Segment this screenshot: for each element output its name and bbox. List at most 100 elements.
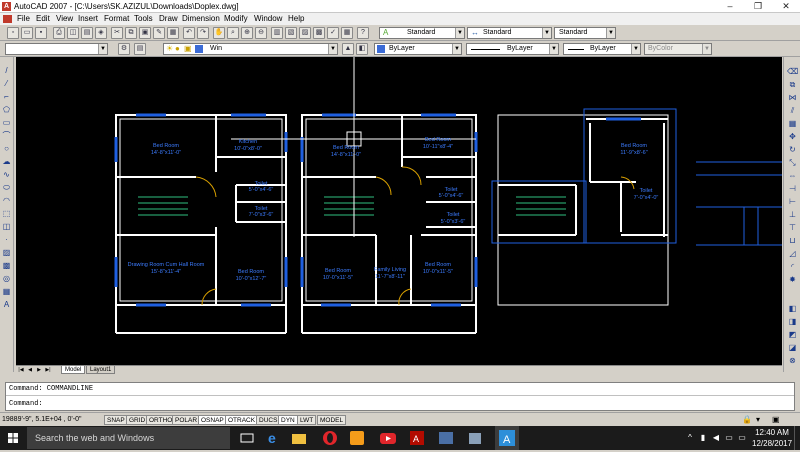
dim-style-select[interactable]: ↔ Standard ▼ — [467, 27, 552, 39]
design-center-icon[interactable]: ▧ — [285, 27, 297, 39]
menu-dimension[interactable]: Dimension — [179, 13, 223, 25]
paste-icon[interactable]: ▣ — [139, 27, 151, 39]
file-explorer-icon[interactable] — [290, 429, 308, 447]
ellipse-arc-icon[interactable]: ◠ — [1, 195, 12, 206]
table-style-select[interactable]: Standard ▼ — [554, 27, 616, 39]
taskbar-search-box[interactable]: Search the web and Windows — [27, 427, 230, 449]
mirror-icon[interactable]: ⋈ — [787, 92, 798, 103]
osnap-toggle[interactable]: OSNAP — [198, 415, 227, 425]
grid-toggle[interactable]: GRID — [126, 415, 149, 425]
hatch-icon[interactable]: ▨ — [1, 247, 12, 258]
store-icon[interactable] — [466, 429, 484, 447]
show-desktop-button[interactable] — [794, 426, 800, 450]
language-icon[interactable]: ▭ — [724, 432, 734, 443]
status-tray-icon[interactable]: ▾ — [756, 415, 766, 425]
command-prompt-input[interactable]: Command: — [9, 399, 43, 409]
next-tab-icon[interactable]: ▶ — [35, 366, 43, 374]
make-block-icon[interactable]: ◫ — [1, 221, 12, 232]
coordinate-readout[interactable]: 19889'-9", 5.1E+04 , 0'-0" — [2, 415, 81, 425]
first-tab-icon[interactable]: |◀ — [17, 366, 25, 374]
communication-center-icon[interactable]: 🔒 — [742, 415, 752, 425]
menu-insert[interactable]: Insert — [75, 13, 101, 25]
model-space-canvas[interactable]: Bed Room 14'-8"x11'-0" Kitchen 10'-0"x8'… — [16, 57, 782, 365]
network-icon[interactable]: ▮ — [698, 432, 708, 443]
maximize-button[interactable]: ❐ — [744, 0, 772, 13]
erase-icon[interactable]: ⌫ — [787, 66, 798, 77]
3d-dwf-icon[interactable]: ◈ — [95, 27, 107, 39]
revision-cloud-icon[interactable]: ☁ — [1, 156, 12, 167]
plot-icon[interactable]: ⎙ — [53, 27, 65, 39]
snap-toolbar-icon-3[interactable]: ◩ — [787, 329, 798, 340]
publish-icon[interactable]: ▤ — [81, 27, 93, 39]
polar-toggle[interactable]: POLAR — [172, 415, 201, 425]
autocad-app-icon[interactable]: A — [2, 2, 11, 11]
new-icon[interactable]: ▫ — [7, 27, 19, 39]
construction-line-icon[interactable]: ⁄ — [1, 78, 12, 89]
close-button[interactable]: ✕ — [772, 0, 800, 13]
plot-preview-icon[interactable]: ◫ — [67, 27, 79, 39]
point-icon[interactable]: · — [1, 234, 12, 245]
rotate-icon[interactable]: ↻ — [787, 144, 798, 155]
tray-chevron-icon[interactable]: ^ — [685, 432, 695, 443]
clock-time[interactable]: 12:40 AM — [752, 427, 792, 438]
markup-icon[interactable]: ✓ — [327, 27, 339, 39]
menu-tools[interactable]: Tools — [131, 13, 156, 25]
text-style-select[interactable]: A Standard ▼ — [379, 27, 465, 39]
last-tab-icon[interactable]: ▶| — [44, 366, 52, 374]
snap-toolbar-icon-5[interactable]: ⊗ — [787, 355, 798, 366]
lineweight-select[interactable]: ByLayer ▼ — [563, 43, 641, 55]
model-toggle[interactable]: MODEL — [317, 415, 347, 425]
workspace-icon[interactable]: ⚙ — [118, 43, 130, 55]
insert-block-icon[interactable]: ⬚ — [1, 208, 12, 219]
arc-icon[interactable]: ⌒ — [1, 130, 12, 141]
photos-icon[interactable] — [437, 429, 455, 447]
polyline-icon[interactable]: ⌐ — [1, 91, 12, 102]
fillet-icon[interactable]: ◜ — [787, 261, 798, 272]
open-icon[interactable]: ▭ — [21, 27, 33, 39]
snap-toolbar-icon-2[interactable]: ◨ — [787, 316, 798, 327]
volume-icon[interactable]: ◀ — [711, 432, 721, 443]
autocad-taskbar-button[interactable]: A — [495, 426, 519, 450]
minimize-button[interactable]: – — [716, 0, 744, 13]
layer-previous-icon[interactable]: ◧ — [356, 43, 368, 55]
ellipse-icon[interactable]: ⬭ — [1, 182, 12, 193]
start-button[interactable] — [0, 426, 26, 450]
trim-icon[interactable]: ⊣ — [787, 183, 798, 194]
copy-object-icon[interactable]: ⧉ — [787, 79, 798, 90]
menu-draw[interactable]: Draw — [156, 13, 181, 25]
tab-model[interactable]: Model — [61, 366, 86, 374]
zoom-previous-icon[interactable]: ⊖ — [255, 27, 267, 39]
extend-icon[interactable]: ⊢ — [787, 196, 798, 207]
help-icon[interactable]: ? — [357, 27, 369, 39]
make-layer-current-icon[interactable]: ▲ — [342, 43, 354, 55]
ortho-toggle[interactable]: ORTHO — [146, 415, 176, 425]
clock-date[interactable]: 12/28/2017 — [752, 438, 792, 449]
opera-icon[interactable] — [321, 429, 339, 447]
chamfer-icon[interactable]: ◿ — [787, 248, 798, 259]
workspace-select[interactable]: ▼ — [5, 43, 108, 55]
join-icon[interactable]: ⊔ — [787, 235, 798, 246]
cut-icon[interactable]: ✂ — [111, 27, 123, 39]
offset-icon[interactable]: ⫽ — [787, 105, 798, 116]
layer-manager-icon[interactable]: ▤ — [134, 43, 146, 55]
multiline-text-icon[interactable]: A — [1, 299, 12, 310]
array-icon[interactable]: ▦ — [787, 118, 798, 129]
properties-icon[interactable]: ▥ — [271, 27, 283, 39]
snap-toolbar-icon-1[interactable]: ◧ — [787, 303, 798, 314]
region-icon[interactable]: ◎ — [1, 273, 12, 284]
layer-select[interactable]: ☀ ● ▣ Win ▼ — [163, 43, 338, 55]
block-editor-icon[interactable]: ▦ — [167, 27, 179, 39]
stretch-icon[interactable]: ⇔ — [787, 170, 798, 181]
tool-palettes-icon[interactable]: ▨ — [299, 27, 311, 39]
zoom-window-icon[interactable]: ⊕ — [241, 27, 253, 39]
menu-window[interactable]: Window — [251, 13, 285, 25]
snap-toolbar-icon-4[interactable]: ◪ — [787, 342, 798, 353]
sheet-set-icon[interactable]: ▩ — [313, 27, 325, 39]
zoom-realtime-icon[interactable]: ⌕ — [227, 27, 239, 39]
explode-icon[interactable]: ✸ — [787, 274, 798, 285]
dyn-toggle[interactable]: DYN — [278, 415, 298, 425]
menu-format[interactable]: Format — [101, 13, 132, 25]
undo-icon[interactable]: ↶ — [183, 27, 195, 39]
break-at-point-icon[interactable]: ⊥ — [787, 209, 798, 220]
linetype-select[interactable]: ByLayer ▼ — [466, 43, 559, 55]
